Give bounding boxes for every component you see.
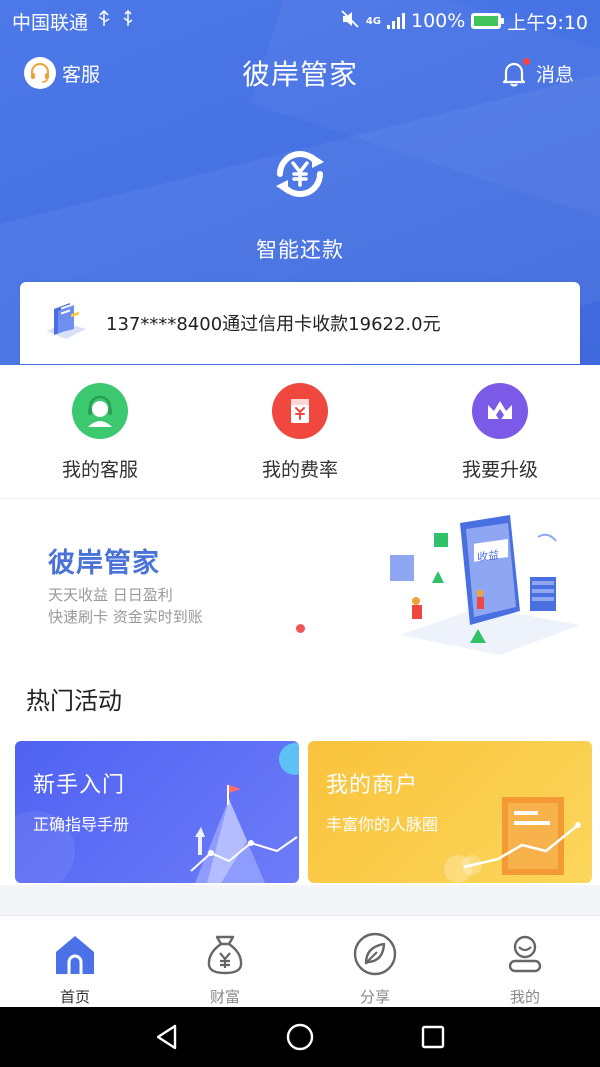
carousel-indicator[interactable]: [296, 624, 305, 633]
status-bar: 中国联通 4G 100% 上午9:10: [0, 0, 600, 42]
tab-label: 首页: [59, 988, 90, 1006]
share-leaf-icon: [351, 930, 399, 978]
banner-title: 彼岸管家: [48, 548, 160, 579]
tab-wealth[interactable]: 财富: [150, 916, 300, 1007]
messages-button[interactable]: 消息: [500, 58, 574, 88]
messages-label: 消息: [535, 63, 574, 86]
tab-profile[interactable]: 我的: [450, 916, 600, 1007]
banner-subtitle-1: 天天收益 日日盈利: [48, 586, 173, 604]
usb-debug-icon: [120, 9, 136, 33]
card-beginner-guide[interactable]: 新手入门 正确指导手册: [15, 741, 299, 883]
smart-repay-button[interactable]: 智能还款: [0, 144, 600, 264]
tab-label: 财富: [209, 988, 240, 1006]
page-title: 彼岸管家: [241, 58, 358, 91]
card-title: 新手入门: [33, 773, 126, 798]
quick-action-rate[interactable]: 我的费率: [200, 365, 400, 498]
system-navigation-bar: [0, 1007, 600, 1067]
crown-icon: [472, 383, 528, 439]
main-content: 我的客服 我的费率 我要升级 彼岸管家 天天收益 日日盈利 快速刷卡 资金实时到…: [0, 365, 600, 885]
home-circle-icon: [286, 1023, 314, 1051]
yuan-cycle-icon: [270, 144, 330, 204]
tab-share[interactable]: 分享: [300, 916, 450, 1007]
hot-activities-title: 热门活动: [26, 687, 122, 715]
banner-subtitle-2: 快速刷卡 资金实时到账: [48, 608, 203, 626]
profile-icon: [501, 930, 549, 978]
top-nav: 客服 彼岸管家 消息: [0, 48, 600, 98]
bell-icon: [500, 58, 530, 88]
signal-icon: [387, 13, 405, 29]
quick-action-upgrade[interactable]: 我要升级: [400, 365, 600, 498]
money-bag-icon: [201, 930, 249, 978]
earnings-illustration: 收益: [390, 515, 580, 655]
smart-repay-label: 智能还款: [256, 238, 344, 262]
headset-icon: [72, 383, 128, 439]
rate-icon: [272, 383, 328, 439]
notice-text: 137****8400通过信用卡收款19622.0元: [106, 314, 441, 335]
bottom-tab-bar: 首页 财富 分享 我的: [0, 915, 600, 1007]
home-icon: [51, 930, 99, 978]
battery-percent: 100%: [411, 10, 466, 32]
quick-actions: 我的客服 我的费率 我要升级: [0, 365, 600, 499]
quick-action-label: 我的客服: [61, 459, 138, 481]
back-triangle-icon: [156, 1024, 177, 1050]
battery-icon: [471, 13, 505, 29]
network-type: 4G: [365, 15, 381, 27]
recents-square-icon: [421, 1025, 445, 1049]
quick-action-service[interactable]: 我的客服: [0, 365, 200, 498]
card-title: 我的商户: [326, 773, 419, 798]
card-my-merchants[interactable]: 我的商户 丰富你的人脉圈: [308, 741, 592, 883]
promo-banner[interactable]: 彼岸管家 天天收益 日日盈利 快速刷卡 资金实时到账 收益: [0, 499, 600, 659]
clock: 上午9:10: [507, 11, 588, 34]
tab-home[interactable]: 首页: [0, 916, 150, 1007]
transaction-notice[interactable]: 137****8400通过信用卡收款19622.0元: [20, 282, 580, 364]
carrier-label: 中国联通: [12, 11, 89, 34]
usb-icon: [96, 9, 112, 33]
tab-label: 我的: [509, 988, 540, 1006]
home-system-button[interactable]: [234, 1007, 367, 1067]
card-subtitle: 丰富你的人脉圈: [326, 815, 439, 834]
quick-action-label: 我的费率: [261, 459, 338, 481]
quick-action-label: 我要升级: [461, 459, 538, 481]
tab-label: 分享: [359, 988, 390, 1006]
recents-button[interactable]: [367, 1007, 500, 1067]
document-icon: [44, 301, 88, 345]
mute-icon: [340, 9, 360, 33]
unread-dot: [522, 58, 530, 65]
card-subtitle: 正确指导手册: [33, 815, 130, 834]
back-button[interactable]: [101, 1007, 234, 1067]
header-section: 中国联通 4G 100% 上午9:10 客服 彼岸管家 消息 智能还款 137*…: [0, 0, 600, 365]
